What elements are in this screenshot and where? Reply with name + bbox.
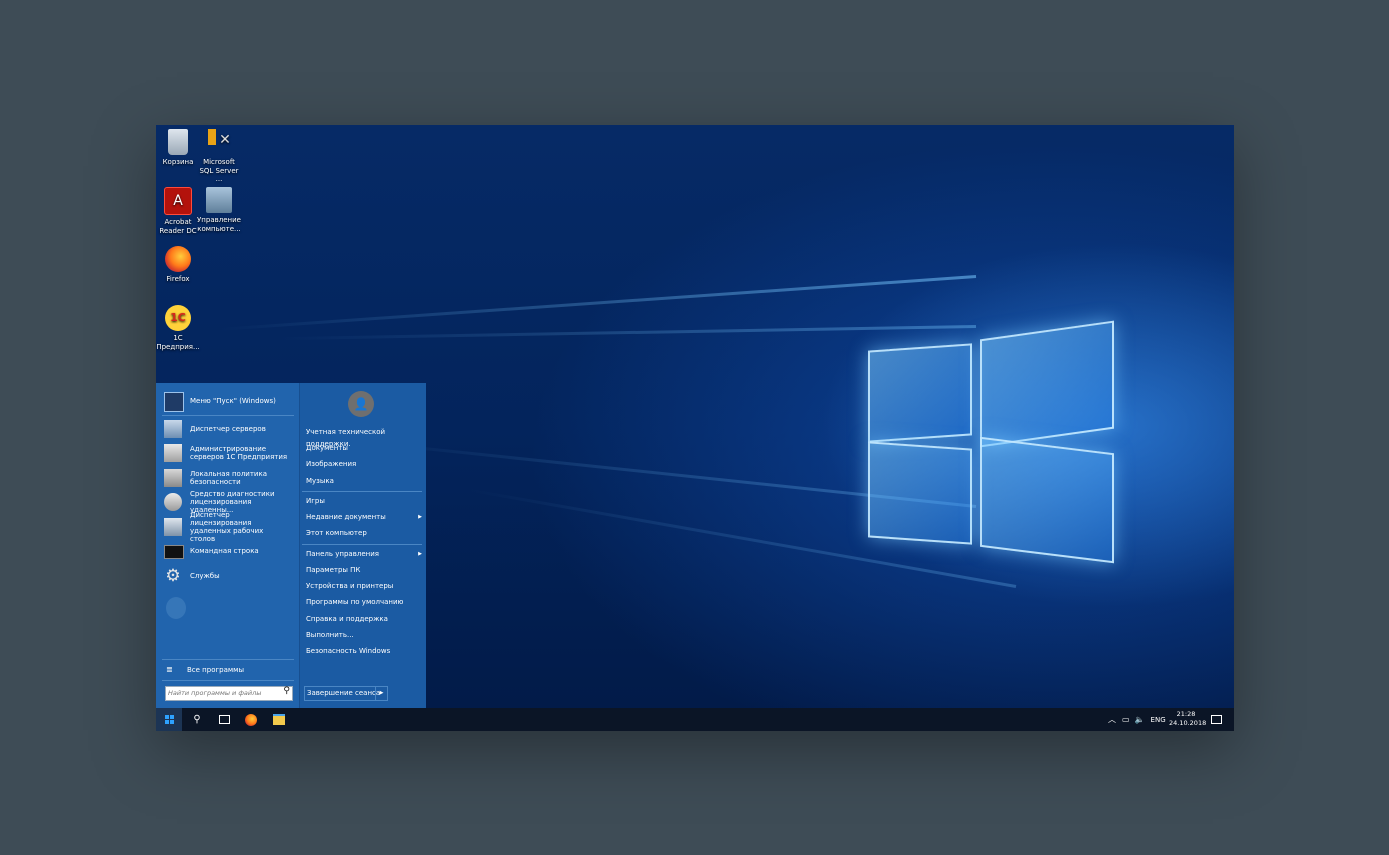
license-diagnostics-icon [164,493,182,511]
firefox-icon [165,246,191,272]
logo-pane-top-right [980,320,1114,448]
all-programs-button[interactable]: ≣ Все программы [162,663,294,677]
places-item-documents[interactable]: Документы [306,442,424,454]
places-item-this-pc[interactable]: Этот компьютер [306,527,424,539]
places-item-pictures[interactable]: Изображения [306,458,424,470]
places-item-devices-printers[interactable]: Устройства и принтеры [306,580,424,592]
user-avatar[interactable]: 👤 [348,391,374,417]
acrobat-icon: A [164,187,192,215]
divider [162,415,294,416]
places-item-control-panel[interactable]: Панель управления ▶ [306,548,424,560]
divider [302,544,422,545]
desktop-icon-1c[interactable]: 1С 1C Предприя... [156,305,200,351]
divider [162,659,294,660]
places-item-music[interactable]: Музыка [306,475,424,487]
desktop-icon-label: 1C Предприя... [156,334,200,351]
search-icon: ⚲ [193,714,201,725]
program-item[interactable]: Локальная политика безопасности [162,467,298,489]
cmd-icon [164,545,184,559]
clock[interactable]: 21:28 24.10.2018 [1169,710,1207,728]
places-item-recent-documents[interactable]: Недавние документы ▶ [306,511,424,523]
places-item-pc-settings[interactable]: Параметры ПК [306,564,424,576]
program-item[interactable]: ⚙ Службы [162,565,298,587]
firefox-icon [245,713,257,726]
light-beam [217,275,977,332]
network-icon[interactable]: ▭ [1122,715,1130,724]
desktop-icon-recycle-bin[interactable]: Корзина [156,129,200,167]
logo-pane-bottom-right [980,436,1114,564]
folder-icon [273,714,285,725]
desktop-screen: Корзина ✕ Microsoft SQL Server ... A Acr… [156,125,1234,731]
places-item-run[interactable]: Выполнить... [306,629,424,641]
submenu-arrow-icon: ▶ [418,514,422,520]
start-button[interactable] [156,708,182,731]
language-indicator[interactable]: ENG [1151,716,1166,724]
program-item[interactable]: Диспетчер серверов [162,418,298,440]
desktop-icon-label: Корзина [162,158,194,166]
start-menu-places: 👤 Учетная технической поддержки. Докумен… [299,383,426,708]
taskbar-file-explorer[interactable] [266,708,292,731]
logo-pane-top-left [868,343,972,443]
desktop-icon-label: Acrobat Reader DC [159,218,197,235]
search-box[interactable]: ⚲ [165,686,293,701]
taskbar: ⚲ ︿ ▭ 🔈 ENG 21:28 24.10.2018 [156,708,1234,731]
divider [162,680,294,681]
services-gear-icon: ⚙ [165,566,181,586]
security-policy-icon [164,469,182,487]
places-item-default-programs[interactable]: Программы по умолчанию [306,596,424,608]
start-menu-icon [164,392,184,412]
program-item[interactable]: Меню "Пуск" (Windows) [162,390,298,412]
clock-date: 24.10.2018 [1169,719,1207,727]
server-manager-icon [164,420,182,438]
desktop-icon-sql-server[interactable]: ✕ Microsoft SQL Server ... [197,129,241,184]
submenu-arrow-icon: ▶ [418,551,422,557]
shutdown-options-arrow-icon[interactable]: ▶ [375,687,387,700]
places-item-account[interactable]: Учетная технической поддержки. [306,426,424,448]
rd-licensing-icon [164,518,182,536]
places-item-windows-security[interactable]: Безопасность Windows [306,645,424,657]
desktop-icon-computer-management[interactable]: Управление компьюте... [197,187,241,233]
program-item[interactable]: Средство диагностики лицензирования удал… [162,490,298,514]
user-icon: 👤 [353,397,369,411]
logo-pane-bottom-left [868,441,972,545]
task-view-button[interactable] [211,708,237,731]
1c-enterprise-icon: 1С [165,305,191,331]
places-item-games[interactable]: Игры [306,495,424,507]
desktop-icon-label: Управление компьюте... [197,216,241,233]
computer-management-icon [206,187,232,213]
start-menu: Меню "Пуск" (Windows) Диспетчер серверов… [156,383,426,708]
task-view-icon [218,715,230,724]
program-item[interactable]: Администрирование серверов 1С Предприяти… [162,442,298,464]
desktop-icon-label: Microsoft SQL Server ... [199,158,239,183]
windows-icon [164,715,174,724]
show-hidden-icons-chevron-icon[interactable]: ︿ [1108,714,1116,725]
desktop-icon-acrobat[interactable]: A Acrobat Reader DC [156,187,200,235]
desktop-icon-label: Firefox [166,275,190,283]
sql-server-tools-icon: ✕ [206,129,232,155]
volume-icon[interactable]: 🔈 [1135,715,1145,724]
recycle-bin-icon [168,129,188,155]
taskbar-firefox[interactable] [238,708,264,731]
divider [302,491,422,492]
list-icon: ≣ [166,665,173,674]
search-icon[interactable]: ⚲ [283,686,290,696]
program-item[interactable]: Диспетчер лицензирования удаленных рабоч… [162,511,298,543]
light-beam [276,325,977,341]
start-menu-programs: Меню "Пуск" (Windows) Диспетчер серверов… [156,383,299,708]
shutdown-button[interactable]: Завершение сеанса ▶ [304,686,388,701]
1c-admin-icon [164,444,182,462]
notification-icon [1210,715,1222,724]
search-input[interactable] [168,687,272,699]
clock-time: 21:28 [1176,710,1196,718]
places-item-help-support[interactable]: Справка и поддержка [306,613,424,625]
blank-program-slot [166,597,186,619]
system-tray: ︿ ▭ 🔈 ENG [1108,708,1166,731]
search-button[interactable]: ⚲ [184,708,210,731]
program-item[interactable]: Командная строка [162,540,298,562]
desktop-icon-firefox[interactable]: Firefox [156,246,200,284]
action-center-button[interactable] [1203,708,1229,731]
